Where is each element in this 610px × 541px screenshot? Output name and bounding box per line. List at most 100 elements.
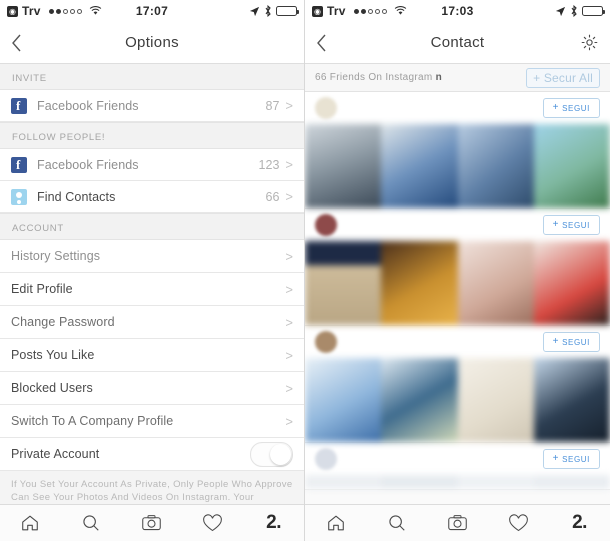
- thumbnail[interactable]: [533, 358, 610, 442]
- carrier-badge-icon: ◉: [7, 5, 18, 17]
- bluetooth-icon: [265, 5, 271, 17]
- contact-row-header: + SEGUI: [305, 326, 610, 358]
- page-title: Options: [125, 34, 179, 51]
- signal-strength-icon: [353, 8, 387, 14]
- options-list[interactable]: INVITE Facebook Friends 87 > FOLLOW PEOP…: [0, 64, 304, 506]
- search-icon: [83, 515, 99, 531]
- thumbnail[interactable]: [457, 358, 534, 442]
- back-button[interactable]: [11, 22, 22, 63]
- status-bar-right-group: [249, 5, 299, 17]
- contact-row-header: + SEGUI: [305, 209, 610, 241]
- heart-icon: [509, 513, 528, 531]
- follow-button[interactable]: + SEGUI: [542, 449, 600, 469]
- row-label: Private Account: [11, 447, 100, 461]
- tab-profile[interactable]: 2.: [549, 512, 610, 534]
- contact-row[interactable]: + SEGUI: [305, 443, 610, 490]
- section-header-account: ACCOUNT: [0, 213, 304, 240]
- thumbnail[interactable]: [457, 241, 534, 325]
- follow-button[interactable]: + SEGUI: [542, 215, 600, 235]
- thumbnail[interactable]: [305, 124, 382, 208]
- thumbnail[interactable]: [305, 475, 382, 489]
- row-blocked-users[interactable]: Blocked Users >: [0, 372, 304, 405]
- follow-button[interactable]: + SEGUI: [542, 98, 600, 118]
- chevron-right-icon: >: [285, 314, 293, 330]
- thumbnail[interactable]: [381, 124, 458, 208]
- contact-thumbnail-strip[interactable]: [305, 124, 610, 208]
- thumbnail[interactable]: [533, 124, 610, 208]
- thumbnail[interactable]: [381, 241, 458, 325]
- thumbnail[interactable]: [381, 475, 458, 489]
- row-find-contacts[interactable]: Find Contacts 66 >: [0, 181, 304, 213]
- chevron-right-icon: >: [285, 347, 293, 363]
- thumbnail[interactable]: [533, 241, 610, 325]
- contact-row[interactable]: + SEGUI: [305, 326, 610, 443]
- settings-button[interactable]: [581, 22, 598, 63]
- row-label: Blocked Users: [11, 381, 93, 395]
- home-icon: [22, 515, 39, 531]
- thumbnail[interactable]: [457, 475, 534, 489]
- row-count: 123: [258, 157, 280, 172]
- status-bar-left-group: ◉ Trv: [312, 4, 407, 18]
- contact-row-header: + SEGUI: [305, 92, 610, 124]
- tab-profile[interactable]: 2.: [243, 512, 304, 534]
- row-invite-facebook-friends[interactable]: Facebook Friends 87 >: [0, 90, 304, 122]
- contact-thumbnail-strip[interactable]: [305, 358, 610, 442]
- nav-bar-left: Options: [0, 22, 304, 64]
- chevron-left-icon: [317, 34, 326, 51]
- chevron-right-icon: >: [285, 157, 293, 172]
- tab-activity[interactable]: [182, 513, 243, 533]
- follow-button[interactable]: + SEGUI: [542, 332, 600, 352]
- home-icon: [327, 515, 344, 531]
- chevron-right-icon: >: [285, 98, 293, 113]
- thumbnail[interactable]: [381, 358, 458, 442]
- facebook-icon: [11, 156, 27, 173]
- thumbnail[interactable]: [305, 241, 382, 325]
- tab-activity[interactable]: [488, 513, 549, 533]
- tab-camera[interactable]: [122, 513, 183, 533]
- dual-screenshot-container: ◉ Trv 17:07 Options INVITE f Facebook Fr…: [0, 0, 610, 541]
- thumbnail[interactable]: [457, 124, 534, 208]
- chevron-right-icon: >: [285, 189, 293, 204]
- section-header-invite: INVITE: [0, 64, 304, 90]
- nav-bar-right: Contact: [305, 22, 610, 64]
- tab-search[interactable]: [366, 513, 427, 533]
- tab-home[interactable]: [0, 513, 61, 533]
- contact-row[interactable]: + SEGUI: [305, 92, 610, 209]
- right-phone-screen: ◉ Trv 17:03 Contact 66 Friends On Instag…: [305, 0, 610, 541]
- row-switch-to-company-profile[interactable]: Switch To A Company Profile >: [0, 405, 304, 438]
- tab-profile-label: 2.: [572, 512, 587, 533]
- plus-icon: +: [552, 336, 560, 347]
- thumbnail[interactable]: [533, 475, 610, 489]
- contact-thumbnail-strip[interactable]: [305, 475, 610, 489]
- private-account-toggle[interactable]: [250, 441, 293, 467]
- tab-home[interactable]: [305, 513, 366, 533]
- row-label: Facebook Friends: [37, 98, 139, 113]
- tab-camera[interactable]: [427, 513, 488, 533]
- contact-row-header: + SEGUI: [305, 443, 610, 475]
- contacts-list[interactable]: 66 Friends On Instagram n + Secur All + …: [305, 64, 610, 506]
- tab-search[interactable]: [61, 513, 122, 533]
- facebook-icon: [11, 97, 27, 114]
- avatar: [315, 97, 337, 119]
- battery-icon: [582, 6, 605, 16]
- row-posts-you-like[interactable]: Posts You Like >: [0, 339, 304, 372]
- plus-icon: +: [552, 453, 560, 464]
- contact-thumbnail-strip[interactable]: [305, 241, 610, 325]
- wifi-icon: [394, 6, 406, 15]
- row-edit-profile[interactable]: Edit Profile >: [0, 273, 304, 306]
- avatar: [315, 331, 337, 353]
- follow-all-button[interactable]: + Secur All: [526, 67, 600, 88]
- thumbnail[interactable]: [305, 358, 382, 442]
- friends-summary-bar: 66 Friends On Instagram n + Secur All: [305, 64, 610, 92]
- contact-row[interactable]: + SEGUI: [305, 209, 610, 326]
- back-button[interactable]: [316, 22, 327, 63]
- search-icon: [388, 515, 405, 531]
- follow-button-label: SEGUI: [562, 337, 590, 347]
- row-history-settings[interactable]: History Settings >: [0, 240, 304, 273]
- row-count: 87: [265, 98, 280, 113]
- follow-button-label: SEGUI: [562, 454, 590, 464]
- row-private-account[interactable]: Private Account: [0, 438, 304, 471]
- row-change-password[interactable]: Change Password >: [0, 306, 304, 339]
- row-follow-facebook-friends[interactable]: Facebook Friends 123 >: [0, 149, 304, 181]
- row-label: History Settings: [11, 249, 101, 263]
